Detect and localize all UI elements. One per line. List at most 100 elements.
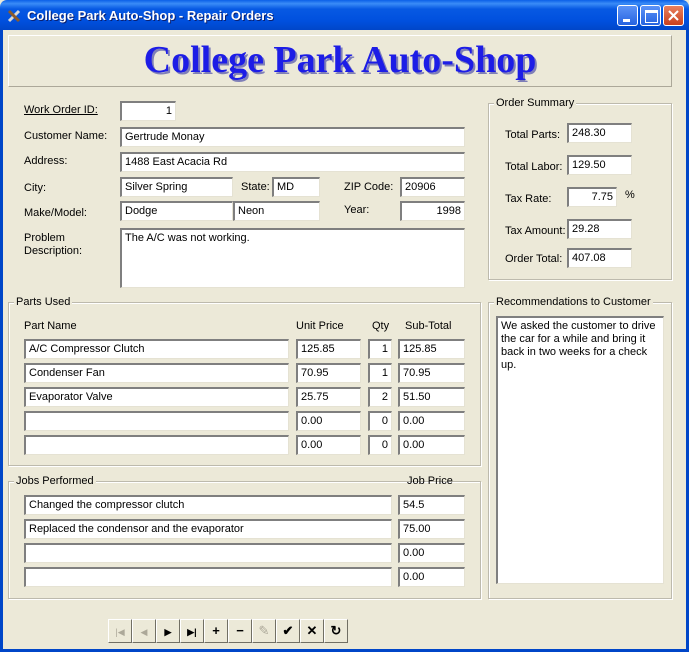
year-field[interactable]: 1998 bbox=[400, 201, 465, 221]
prior-record-button[interactable]: ◀ bbox=[132, 619, 156, 643]
recommendations-title: Recommendations to Customer bbox=[494, 296, 653, 308]
edit-icon: ✎ bbox=[258, 623, 270, 638]
customer-name-label: Customer Name: bbox=[24, 130, 108, 142]
insert-record-button[interactable]: + bbox=[204, 619, 228, 643]
part-name-header: Part Name bbox=[24, 320, 77, 332]
banner-title: College Park Auto-Shop bbox=[143, 39, 537, 81]
job-price-field[interactable]: 54.5 bbox=[398, 495, 465, 515]
sub-total-field[interactable]: 0.00 bbox=[398, 435, 465, 455]
problem-label-line2: Description: bbox=[24, 245, 83, 257]
address-field[interactable]: 1488 East Acacia Rd bbox=[120, 152, 465, 172]
minimize-button[interactable] bbox=[617, 5, 638, 26]
sub-total-field[interactable]: 51.50 bbox=[398, 387, 465, 407]
post-edit-button[interactable]: ✔ bbox=[276, 619, 300, 643]
part-name-field[interactable] bbox=[24, 411, 289, 431]
address-label: Address: bbox=[24, 155, 68, 167]
job-description-field[interactable]: Changed the compressor clutch bbox=[24, 495, 392, 515]
close-button[interactable] bbox=[663, 5, 684, 26]
last-record-button[interactable]: ▶| bbox=[180, 619, 204, 643]
job-description-field[interactable] bbox=[24, 543, 392, 563]
total-labor-label: Total Labor: bbox=[505, 161, 563, 173]
cancel-edit-button[interactable]: ✕ bbox=[300, 619, 324, 643]
prior-icon: ◀ bbox=[140, 627, 148, 637]
plus-icon: + bbox=[212, 623, 220, 638]
job-price-field[interactable]: 0.00 bbox=[398, 543, 465, 563]
work-order-id-label: Work Order ID: bbox=[24, 104, 98, 116]
part-name-field[interactable]: Condenser Fan bbox=[24, 363, 289, 383]
first-icon: |◀ bbox=[115, 627, 125, 637]
city-field[interactable]: Silver Spring bbox=[120, 177, 233, 197]
part-name-field[interactable] bbox=[24, 435, 289, 455]
make-model-label: Make/Model: bbox=[24, 207, 87, 219]
unit-price-field[interactable]: 0.00 bbox=[296, 435, 361, 455]
total-parts-field[interactable]: 248.30 bbox=[567, 123, 632, 143]
total-labor-field[interactable]: 129.50 bbox=[567, 155, 632, 175]
job-price-field[interactable]: 0.00 bbox=[398, 567, 465, 587]
next-icon: ▶ bbox=[164, 627, 172, 637]
recommendations-field[interactable]: We asked the customer to drive the car f… bbox=[496, 316, 664, 584]
unit-price-field[interactable]: 125.85 bbox=[296, 339, 361, 359]
zip-code-field[interactable]: 20906 bbox=[400, 177, 465, 197]
last-icon: ▶| bbox=[187, 627, 197, 637]
job-price-field[interactable]: 75.00 bbox=[398, 519, 465, 539]
window-border-left bbox=[0, 30, 3, 652]
customer-name-field[interactable]: Gertrude Monay bbox=[120, 127, 465, 147]
model-field[interactable]: Neon bbox=[233, 201, 320, 221]
sub-total-field[interactable]: 70.95 bbox=[398, 363, 465, 383]
x-icon: ✕ bbox=[306, 623, 318, 638]
maximize-icon bbox=[645, 10, 658, 23]
problem-description-field[interactable]: The A/C was not working. bbox=[120, 228, 465, 288]
edit-record-button[interactable]: ✎ bbox=[252, 619, 276, 643]
city-label: City: bbox=[24, 182, 46, 194]
tools-icon bbox=[7, 9, 21, 23]
problem-label-line1: Problem bbox=[24, 232, 65, 244]
refresh-icon: ↻ bbox=[330, 623, 342, 638]
work-order-id-field[interactable]: 1 bbox=[120, 101, 176, 121]
tax-rate-field[interactable]: 7.75 bbox=[567, 187, 617, 207]
close-icon bbox=[668, 10, 679, 21]
part-name-field[interactable]: A/C Compressor Clutch bbox=[24, 339, 289, 359]
qty-field[interactable]: 2 bbox=[368, 387, 392, 407]
part-name-field[interactable]: Evaporator Valve bbox=[24, 387, 289, 407]
qty-header: Qty bbox=[372, 320, 390, 332]
minimize-icon bbox=[623, 19, 630, 22]
title-bar[interactable]: College Park Auto-Shop - Repair Orders bbox=[0, 0, 689, 30]
sub-total-header: Sub-Total bbox=[405, 320, 452, 332]
qty-field[interactable]: 0 bbox=[368, 411, 392, 431]
year-label: Year: bbox=[344, 204, 370, 216]
unit-price-field[interactable]: 70.95 bbox=[296, 363, 361, 383]
maximize-button[interactable] bbox=[640, 5, 661, 26]
next-record-button[interactable]: ▶ bbox=[156, 619, 180, 643]
order-total-label: Order Total: bbox=[505, 253, 563, 265]
qty-field[interactable]: 1 bbox=[368, 363, 392, 383]
sub-total-field[interactable]: 0.00 bbox=[398, 411, 465, 431]
order-summary-title: Order Summary bbox=[494, 97, 577, 109]
banner: College Park Auto-Shop bbox=[8, 35, 672, 87]
total-parts-label: Total Parts: bbox=[505, 129, 561, 141]
zip-code-label: ZIP Code: bbox=[344, 181, 394, 193]
qty-field[interactable]: 1 bbox=[368, 339, 392, 359]
job-description-field[interactable]: Replaced the condensor and the evaporato… bbox=[24, 519, 392, 539]
first-record-button[interactable]: |◀ bbox=[108, 619, 132, 643]
tax-amount-label: Tax Amount: bbox=[505, 225, 566, 237]
check-icon: ✔ bbox=[282, 623, 294, 638]
unit-price-field[interactable]: 0.00 bbox=[296, 411, 361, 431]
unit-price-header: Unit Price bbox=[296, 320, 344, 332]
minus-icon: − bbox=[236, 623, 244, 638]
refresh-button[interactable]: ↻ bbox=[324, 619, 348, 643]
percent-sign: % bbox=[625, 189, 635, 201]
unit-price-field[interactable]: 25.75 bbox=[296, 387, 361, 407]
make-field[interactable]: Dodge bbox=[120, 201, 233, 221]
job-price-header: Job Price bbox=[407, 475, 453, 487]
state-field[interactable]: MD bbox=[272, 177, 320, 197]
sub-total-field[interactable]: 125.85 bbox=[398, 339, 465, 359]
qty-field[interactable]: 0 bbox=[368, 435, 392, 455]
tax-rate-label: Tax Rate: bbox=[505, 193, 552, 205]
job-description-field[interactable] bbox=[24, 567, 392, 587]
parts-used-title: Parts Used bbox=[14, 296, 73, 308]
order-total-field[interactable]: 407.08 bbox=[567, 248, 632, 268]
state-label: State: bbox=[241, 181, 270, 193]
tax-amount-field[interactable]: 29.28 bbox=[567, 219, 632, 239]
jobs-performed-title: Jobs Performed bbox=[14, 475, 96, 487]
delete-record-button[interactable]: − bbox=[228, 619, 252, 643]
